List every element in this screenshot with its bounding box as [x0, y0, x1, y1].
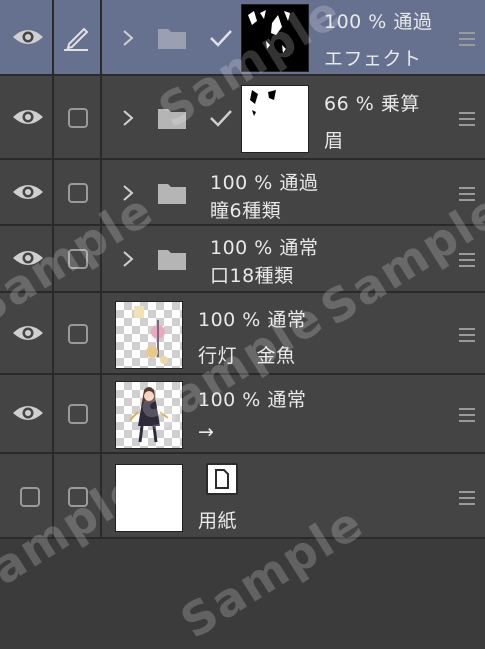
layer-mask-thumbnail	[241, 85, 309, 153]
paper-glyph	[215, 469, 229, 489]
checkbox[interactable]	[68, 324, 88, 344]
hamburger-icon[interactable]	[459, 253, 475, 267]
edit-cell[interactable]	[54, 375, 102, 452]
layer-status: 100 % 通過	[210, 168, 318, 195]
folder-icon	[158, 250, 186, 270]
chevron-right-icon[interactable]	[121, 184, 135, 202]
mask-shape	[248, 10, 290, 53]
layer-status: 66 % 乗算	[324, 89, 420, 116]
opacity-value: 100 %	[198, 389, 261, 411]
layer-thumbnail	[115, 381, 183, 449]
opacity-value: 100 %	[210, 237, 273, 259]
layer-status: 100 % 通常	[198, 305, 306, 332]
layer-row-effect[interactable]: 100 % 通過 エフェクト	[0, 0, 485, 76]
visibility-cell[interactable]	[0, 375, 54, 452]
layer-status: 100 % 通常	[210, 233, 318, 260]
layer-name[interactable]: 眉	[324, 126, 344, 153]
layer-row-pupils[interactable]: 100 % 通過 瞳6種類	[0, 160, 485, 226]
visibility-cell[interactable]	[0, 226, 54, 291]
blend-mode: 乗算	[380, 93, 420, 115]
checkbox[interactable]	[68, 487, 88, 507]
edit-cell[interactable]	[54, 76, 102, 158]
opacity-value: 100 %	[324, 11, 387, 33]
visibility-cell[interactable]	[0, 76, 54, 158]
opacity-value: 100 %	[210, 172, 273, 194]
layer-name[interactable]: 用紙	[198, 506, 237, 533]
checkmark-icon[interactable]	[209, 28, 233, 48]
checkbox[interactable]	[20, 487, 40, 507]
folder-icon	[158, 109, 186, 129]
visibility-cell[interactable]	[0, 454, 54, 537]
layer-name[interactable]: →	[198, 421, 214, 443]
chevron-right-icon[interactable]	[121, 250, 135, 268]
blend-mode: 通常	[279, 237, 319, 259]
hamburger-icon[interactable]	[459, 32, 475, 46]
opacity-value: 100 %	[198, 309, 261, 331]
hamburger-icon[interactable]	[459, 328, 475, 342]
layer-status: 100 % 通常	[198, 385, 306, 412]
hamburger-icon[interactable]	[459, 187, 475, 201]
pen-icon[interactable]	[60, 24, 92, 52]
layer-row-character[interactable]: 100 % 通常 →	[0, 375, 485, 454]
edit-cell[interactable]	[54, 160, 102, 224]
layer-row-mouth[interactable]: 100 % 通常 口18種類	[0, 226, 485, 293]
edit-cell[interactable]	[54, 0, 102, 74]
checkbox[interactable]	[68, 404, 88, 424]
layer-panel: 100 % 通過 エフェクト 66 % 乗算 眉 100 % 通過 瞳6種類 1…	[0, 0, 485, 649]
mask-shape	[250, 90, 276, 116]
blend-mode: 通過	[279, 172, 319, 194]
blend-mode: 通過	[393, 11, 433, 33]
hamburger-icon[interactable]	[459, 112, 475, 126]
checkbox[interactable]	[68, 108, 88, 128]
eye-icon[interactable]	[12, 323, 44, 343]
folder-icon	[158, 29, 186, 49]
layer-name[interactable]: 行灯 金魚	[198, 341, 296, 368]
layer-thumbnail	[115, 301, 183, 369]
layer-mask-thumbnail	[241, 4, 309, 72]
eye-icon[interactable]	[12, 182, 44, 202]
layer-row-eyebrow[interactable]: 66 % 乗算 眉	[0, 76, 485, 160]
hamburger-icon[interactable]	[459, 408, 475, 422]
blend-mode: 通常	[267, 389, 307, 411]
chevron-right-icon[interactable]	[121, 29, 135, 47]
layer-name[interactable]: エフェクト	[324, 44, 422, 71]
visibility-cell[interactable]	[0, 0, 54, 74]
checkbox[interactable]	[68, 183, 88, 203]
hamburger-icon[interactable]	[459, 491, 475, 505]
blend-mode: 通常	[267, 309, 307, 331]
checkbox[interactable]	[68, 249, 88, 269]
edit-cell[interactable]	[54, 293, 102, 373]
layer-name[interactable]: 口18種類	[210, 261, 294, 288]
edit-cell[interactable]	[54, 226, 102, 291]
eye-icon[interactable]	[12, 107, 44, 127]
eye-icon[interactable]	[12, 27, 44, 47]
opacity-value: 66 %	[324, 93, 375, 115]
layer-thumbnail	[115, 464, 183, 532]
layer-row-lantern[interactable]: 100 % 通常 行灯 金魚	[0, 293, 485, 375]
layer-row-paper[interactable]: 用紙	[0, 454, 485, 539]
eye-icon[interactable]	[12, 403, 44, 423]
layer-status: 100 % 通過	[324, 7, 432, 34]
thumbnail-art	[129, 387, 169, 443]
visibility-cell[interactable]	[0, 160, 54, 224]
layer-name[interactable]: 瞳6種類	[210, 196, 281, 223]
thumbnail-art	[134, 306, 168, 364]
paper-icon	[206, 463, 238, 495]
visibility-cell[interactable]	[0, 293, 54, 373]
chevron-right-icon[interactable]	[121, 109, 135, 127]
eye-icon[interactable]	[12, 248, 44, 268]
empty-area	[0, 539, 485, 616]
checkmark-icon[interactable]	[209, 108, 233, 128]
folder-icon	[158, 184, 186, 204]
edit-cell[interactable]	[54, 454, 102, 537]
